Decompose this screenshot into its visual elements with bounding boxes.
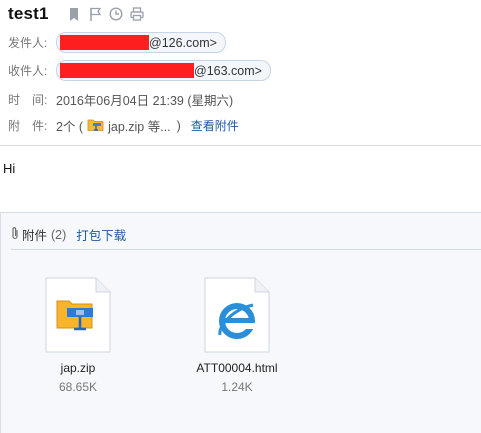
attachments-panel: 附件 (2) 打包下载 jap.zip 68.65K ATT00004.html… [0, 212, 481, 433]
to-address-pill[interactable]: @163.com> [56, 60, 271, 81]
zip-archive-icon[interactable] [45, 277, 111, 353]
print-icon[interactable] [129, 6, 145, 22]
zip-archive-icon [87, 117, 104, 135]
time-value: 2016年06月04日 21:39 (星期六) [56, 94, 234, 108]
to-row: 收件人: @163.com> [8, 60, 271, 81]
attachment-file-zip[interactable]: jap.zip 68.65K [35, 277, 121, 394]
attachments-count: (2) [51, 227, 67, 242]
redaction-bar [60, 63, 194, 78]
time-row: 时 间: 2016年06月04日 21:39 (星期六) [8, 90, 233, 109]
from-address-pill[interactable]: @126.com> [56, 32, 226, 53]
flag-icon[interactable] [87, 6, 103, 22]
time-label: 时 间: [8, 93, 48, 107]
paperclip-icon [11, 226, 19, 243]
from-row: 发件人: @126.com> [8, 32, 226, 53]
attachment-file-name: jap.zip [60, 361, 96, 375]
attachments-separator [11, 249, 481, 250]
view-attachments-link[interactable]: 查看附件 [191, 117, 239, 134]
mail-header: test1 发件人: @126.com> 收件人: @163.com> 时 间:… [0, 0, 481, 145]
from-label: 发件人: [8, 36, 48, 50]
mail-toolbar [66, 6, 145, 22]
clock-icon[interactable] [108, 6, 124, 22]
download-all-link[interactable]: 打包下载 [76, 225, 126, 244]
to-label: 收件人: [8, 64, 48, 78]
to-address-domain: @163.com> [194, 63, 262, 78]
attachment-file-size: 68.65K [58, 380, 98, 394]
attachment-file-name: ATT00004.html [196, 361, 278, 375]
ie-html-icon[interactable] [204, 277, 270, 353]
attachment-first-file[interactable]: jap.zip 等... [108, 116, 171, 135]
header-divider [0, 145, 481, 146]
attachments-panel-header: 附件 (2) 打包下载 [11, 225, 126, 244]
attachment-file-html[interactable]: ATT00004.html 1.24K [184, 277, 290, 394]
attachment-row: 附 件: 2个 ( jap.zip 等... ) 查看附件 [8, 116, 239, 135]
attachment-file-size: 1.24K [221, 380, 253, 394]
mail-subject: test1 [8, 4, 49, 23]
from-address-domain: @126.com> [149, 35, 217, 50]
attachments-title: 附件 [22, 229, 48, 243]
redaction-bar [60, 35, 149, 50]
attachment-label: 附 件: [8, 119, 48, 133]
attachment-close-paren: ) [176, 118, 181, 133]
mail-body-text: Hi [3, 161, 16, 176]
attachment-count: 2个 ( [56, 120, 84, 134]
bookmark-icon[interactable] [66, 6, 82, 22]
